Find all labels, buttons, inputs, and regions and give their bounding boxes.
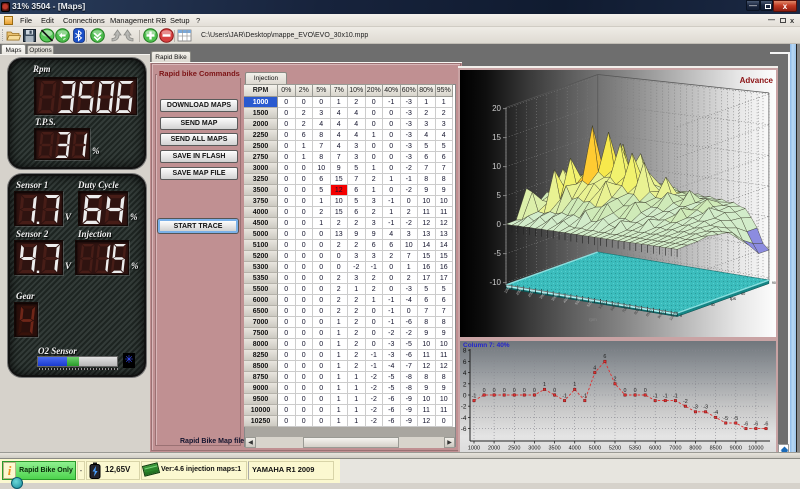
svg-text:-2: -2 — [683, 399, 688, 405]
svg-text:6: 6 — [603, 354, 606, 360]
svg-text:0: 0 — [533, 388, 536, 394]
svg-text:90: 90 — [772, 281, 776, 285]
svg-text:-2: -2 — [461, 404, 467, 411]
svg-text:2: 2 — [614, 377, 617, 383]
svg-text:3500: 3500 — [548, 446, 560, 452]
svg-text:7000: 7000 — [669, 446, 681, 452]
svg-text:30: 30 — [711, 303, 715, 307]
svg-text:6: 6 — [463, 359, 467, 366]
svg-text:tps: tps — [730, 296, 737, 301]
svg-text:-1: -1 — [582, 393, 587, 399]
svg-text:1: 1 — [543, 382, 546, 388]
svg-text:3000: 3000 — [528, 446, 540, 452]
svg-text:5: 5 — [497, 191, 502, 200]
svg-text:0: 0 — [483, 388, 486, 394]
svg-text:0: 0 — [634, 388, 637, 394]
svg-text:-3: -3 — [703, 405, 708, 411]
svg-text:9000: 9000 — [730, 446, 742, 452]
svg-text:-4: -4 — [461, 415, 467, 422]
svg-text:-5: -5 — [733, 416, 738, 422]
svg-text:-5: -5 — [494, 249, 502, 258]
svg-text:-4: -4 — [713, 410, 718, 416]
svg-text:-6: -6 — [744, 421, 749, 427]
svg-text:-5: -5 — [723, 416, 728, 422]
svg-text:1: 1 — [573, 382, 576, 388]
svg-text:-10: -10 — [489, 278, 501, 287]
svg-text:5000: 5000 — [589, 446, 601, 452]
svg-text:-1: -1 — [562, 393, 567, 399]
svg-text:10000: 10000 — [748, 446, 763, 452]
svg-text:-3: -3 — [693, 405, 698, 411]
svg-text:0: 0 — [463, 393, 467, 400]
svg-text:0: 0 — [553, 388, 556, 394]
svg-text:1000: 1000 — [468, 446, 480, 452]
svg-text:2: 2 — [463, 381, 467, 388]
svg-text:8500: 8500 — [710, 446, 722, 452]
svg-text:6000: 6000 — [649, 446, 661, 452]
svg-text:0: 0 — [523, 388, 526, 394]
svg-text:0: 0 — [644, 388, 647, 394]
svg-text:20: 20 — [492, 104, 501, 113]
svg-text:60: 60 — [741, 292, 745, 296]
svg-text:2500: 2500 — [508, 446, 520, 452]
svg-text:0: 0 — [497, 220, 502, 229]
svg-text:-1: -1 — [663, 393, 668, 399]
svg-text:5200: 5200 — [609, 446, 621, 452]
svg-text:0: 0 — [493, 388, 496, 394]
svg-text:-6: -6 — [754, 421, 759, 427]
svg-text:2000: 2000 — [488, 446, 500, 452]
svg-text:10: 10 — [492, 162, 501, 171]
svg-text:-6: -6 — [764, 421, 769, 427]
svg-text:8000: 8000 — [689, 446, 701, 452]
svg-text:4: 4 — [463, 370, 467, 377]
svg-text:-1: -1 — [673, 393, 678, 399]
svg-text:0: 0 — [624, 388, 627, 394]
svg-text:4: 4 — [593, 365, 596, 371]
svg-text:15: 15 — [492, 133, 501, 142]
svg-text:rpm: rpm — [589, 317, 597, 322]
svg-text:0: 0 — [513, 388, 516, 394]
svg-text:-6: -6 — [461, 426, 467, 433]
svg-text:-1: -1 — [653, 393, 658, 399]
svg-text:0: 0 — [503, 388, 506, 394]
svg-text:4000: 4000 — [569, 446, 581, 452]
svg-text:5350: 5350 — [629, 446, 641, 452]
svg-text:0: 0 — [680, 314, 682, 318]
svg-text:-1: -1 — [472, 393, 477, 399]
